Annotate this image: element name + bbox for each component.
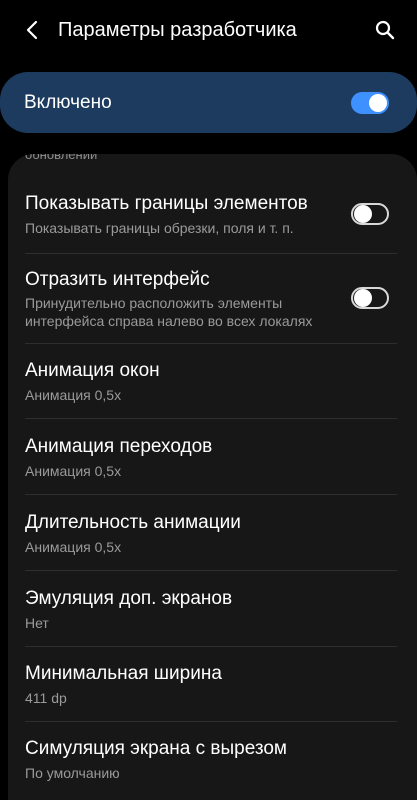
setting-subtitle: 411 dp xyxy=(25,690,67,706)
divider xyxy=(25,646,397,647)
setting-title: Эмуляция доп. экранов xyxy=(25,588,233,609)
back-arrow-icon xyxy=(26,20,38,40)
force-rtl-toggle[interactable] xyxy=(351,287,389,309)
partially-hidden-text: обновлении xyxy=(25,154,98,162)
setting-subtitle: Нет xyxy=(25,615,49,631)
setting-title: Отразить интерфейс xyxy=(25,269,210,290)
page-title: Параметры разработчика xyxy=(58,19,297,41)
setting-subtitle: По умолчанию xyxy=(25,765,120,781)
toggle-knob xyxy=(354,205,372,223)
setting-title: Длительность анимации xyxy=(25,512,241,533)
setting-simulate-secondary-displays[interactable]: Эмуляция доп. экранов Нет xyxy=(8,587,417,637)
show-layout-bounds-toggle[interactable] xyxy=(351,203,389,225)
setting-transition-animation-scale[interactable]: Анимация переходов Анимация 0,5x xyxy=(8,435,417,485)
setting-animator-duration-scale[interactable]: Длительность анимации Анимация 0,5x xyxy=(8,511,417,561)
setting-subtitle: Анимация 0,5x xyxy=(25,539,122,555)
app-bar: Параметры разработчика xyxy=(0,0,417,60)
setting-title: Анимация окон xyxy=(25,360,160,381)
divider xyxy=(25,418,397,419)
master-switch-label: Включено xyxy=(24,92,112,113)
setting-window-animation-scale[interactable]: Анимация окон Анимация 0,5x xyxy=(8,359,417,409)
setting-subtitle-line2: интерфейса справа налево во всех локалях xyxy=(25,313,313,329)
setting-subtitle: Анимация 0,5x xyxy=(25,387,122,403)
toggle-knob xyxy=(354,289,372,307)
developer-options-screen: Параметры разработчика Включено обновлен… xyxy=(0,0,417,800)
search-icon xyxy=(375,20,395,40)
settings-list: обновлении Показывать границы элементов … xyxy=(8,154,417,800)
divider xyxy=(25,570,397,571)
setting-smallest-width[interactable]: Минимальная ширина 411 dp xyxy=(8,662,417,712)
master-toggle[interactable] xyxy=(351,92,389,114)
master-switch-row[interactable]: Включено xyxy=(0,72,417,133)
search-button[interactable] xyxy=(367,12,403,48)
setting-title: Симуляция экрана с вырезом xyxy=(25,738,287,759)
setting-title: Минимальная ширина xyxy=(25,663,222,684)
setting-show-layout-bounds[interactable]: Показывать границы элементов Показывать … xyxy=(8,190,417,246)
setting-title: Показывать границы элементов xyxy=(25,193,308,214)
divider xyxy=(25,494,397,495)
divider xyxy=(25,721,397,722)
setting-title: Анимация переходов xyxy=(25,436,213,457)
toggle-knob xyxy=(369,94,387,112)
setting-display-cutout[interactable]: Симуляция экрана с вырезом По умолчанию xyxy=(8,737,417,787)
divider xyxy=(25,253,397,254)
divider xyxy=(25,343,397,344)
setting-subtitle: Показывать границы обрезки, поля и т. п. xyxy=(25,220,294,236)
setting-force-rtl[interactable]: Отразить интерфейс Принудительно располо… xyxy=(8,268,417,334)
setting-subtitle-line1: Принудительно расположить элементы xyxy=(25,295,283,311)
back-button[interactable] xyxy=(14,12,50,48)
setting-subtitle: Анимация 0,5x xyxy=(25,463,122,479)
